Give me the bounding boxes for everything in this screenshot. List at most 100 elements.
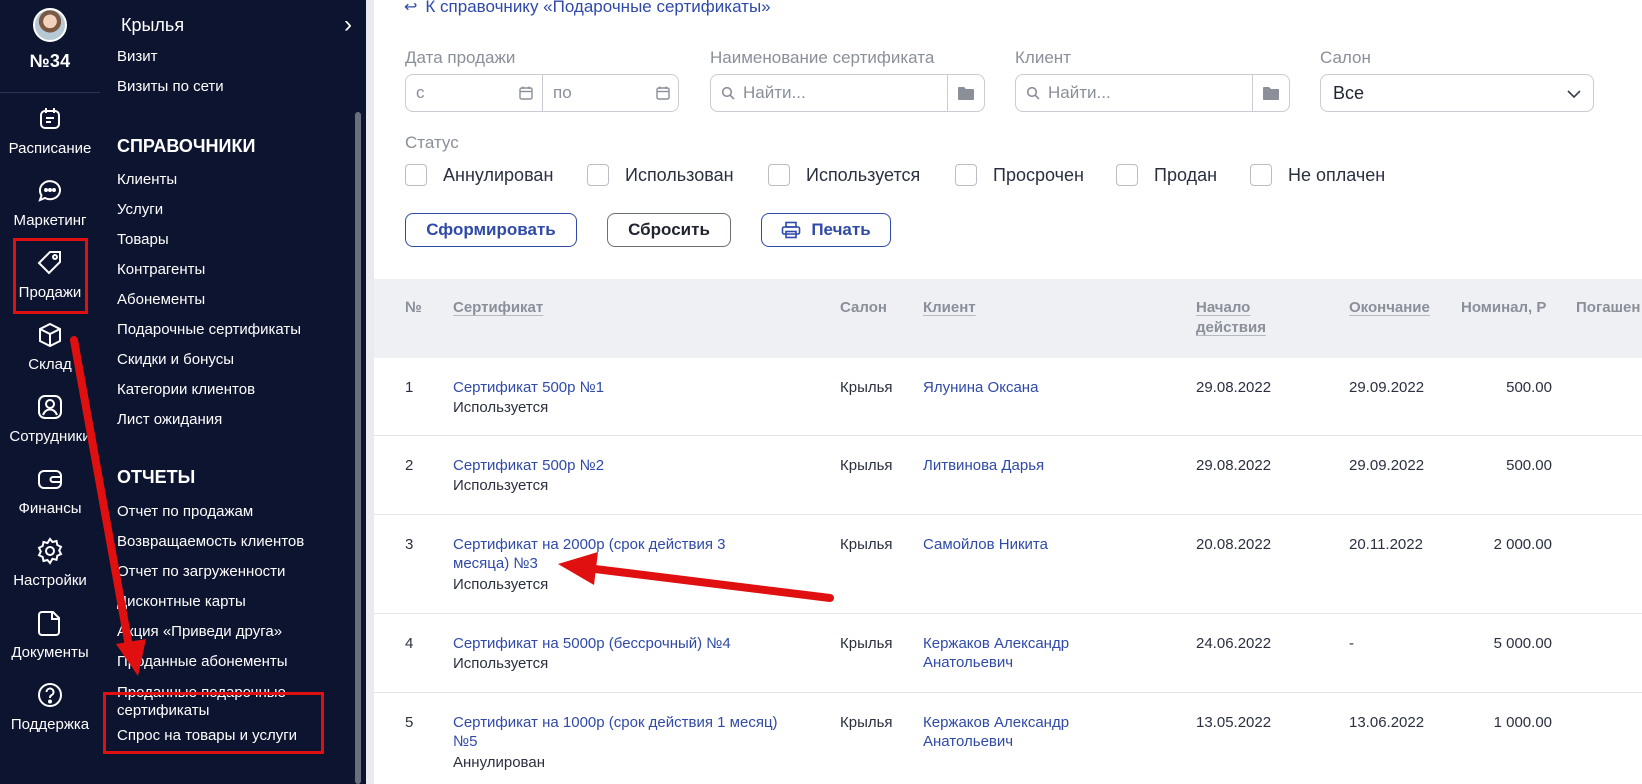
menu-link-visit[interactable]: Визит bbox=[117, 48, 158, 65]
client-search-input[interactable]: Найти... bbox=[1016, 75, 1111, 111]
certificate-link[interactable]: Сертификат на 1000р (срок действия 1 мес… bbox=[453, 713, 783, 751]
menu-header[interactable]: Крылья › bbox=[100, 0, 366, 50]
table-row[interactable]: 5 Сертификат на 1000р (срок действия 1 м… bbox=[374, 693, 1642, 784]
certificate-catalog-button[interactable] bbox=[947, 75, 984, 111]
search-icon bbox=[1026, 86, 1040, 100]
client-link[interactable]: Ялунина Оксана bbox=[923, 378, 1038, 397]
column-number: № bbox=[405, 299, 422, 316]
rail-item-sales[interactable]: Продажи bbox=[0, 242, 100, 317]
checkbox-label: Аннулирован bbox=[443, 164, 554, 185]
status-checkbox-used[interactable]: Использован bbox=[587, 164, 734, 186]
client-link[interactable]: Самойлов Никита bbox=[923, 535, 1048, 554]
menu-scrollbar[interactable] bbox=[355, 112, 361, 784]
print-button[interactable]: Печать bbox=[761, 213, 891, 247]
status-checkbox-unpaid[interactable]: Не оплачен bbox=[1250, 164, 1385, 186]
salon-select-value: Все bbox=[1333, 83, 1365, 103]
rail-item-support[interactable]: Поддержка bbox=[0, 674, 100, 749]
menu-link-sold-subscriptions[interactable]: Проданные абонементы bbox=[117, 653, 288, 670]
certificate-link[interactable]: Сертификат на 5000р (бессрочный) №4 bbox=[453, 634, 731, 653]
salon-filter-label: Салон bbox=[1320, 48, 1371, 67]
menu-link-discounts[interactable]: Скидки и бонусы bbox=[117, 351, 234, 368]
rail-item-employees[interactable]: Сотрудники bbox=[0, 386, 100, 461]
rail-item-warehouse[interactable]: Склад bbox=[0, 314, 100, 389]
column-start-date[interactable]: Начало действия bbox=[1196, 298, 1286, 338]
rail-item-label: Настройки bbox=[13, 572, 87, 589]
avatar[interactable] bbox=[33, 8, 67, 42]
menu-link-waiting-list[interactable]: Лист ожидания bbox=[117, 411, 222, 428]
nominal-cell: 1 000.00 bbox=[1493, 714, 1552, 731]
checkbox[interactable] bbox=[1116, 164, 1138, 186]
menu-link-subscriptions[interactable]: Абонементы bbox=[117, 291, 205, 308]
rail-item-documents[interactable]: Документы bbox=[0, 602, 100, 677]
menu-link-client-retention[interactable]: Возвращаемость клиентов bbox=[117, 533, 304, 550]
client-link[interactable]: Кержаков Александр Анатольевич bbox=[923, 713, 1113, 751]
calendar-icon bbox=[519, 86, 533, 100]
table-row[interactable]: 1 Сертификат 500р №1 Используется Крылья… bbox=[374, 358, 1642, 436]
rail-item-label: Документы bbox=[11, 644, 89, 661]
menu-link-workload-report[interactable]: Отчет по загруженности bbox=[117, 563, 285, 580]
start-date-cell: 29.08.2022 bbox=[1196, 457, 1272, 474]
certificate-link[interactable]: Сертификат 500р №1 bbox=[453, 378, 604, 397]
rail-item-settings[interactable]: Настройки bbox=[0, 530, 100, 605]
certificate-search-placeholder: Найти... bbox=[743, 83, 806, 102]
date-range-field: с по bbox=[405, 74, 679, 112]
certificate-search-input[interactable]: Найти... bbox=[711, 75, 806, 111]
status-checkbox-sold[interactable]: Продан bbox=[1116, 164, 1217, 186]
client-catalog-button[interactable] bbox=[1252, 75, 1289, 111]
menu-link-client-categories[interactable]: Категории клиентов bbox=[117, 381, 255, 398]
date-to-input[interactable]: по bbox=[542, 75, 679, 111]
salon-cell: Крылья bbox=[840, 457, 893, 474]
menu-link-demand-report[interactable]: Спрос на товары и услуги bbox=[117, 727, 297, 744]
end-date-cell: 29.09.2022 bbox=[1349, 379, 1425, 396]
menu-link-sold-gift-certificates[interactable]: Проданные подарочные сертификаты bbox=[117, 684, 317, 720]
rail-item-label: Поддержка bbox=[10, 716, 90, 733]
certificate-status: Используется bbox=[453, 655, 549, 672]
checkbox[interactable] bbox=[1250, 164, 1272, 186]
back-link[interactable]: ↩ К справочнику «Подарочные сертификаты» bbox=[404, 0, 771, 17]
certificate-link[interactable]: Сертификат 500р №2 bbox=[453, 456, 604, 475]
menu-link-goods[interactable]: Товары bbox=[117, 231, 169, 248]
chat-icon bbox=[38, 180, 61, 202]
date-from-input[interactable]: с bbox=[406, 75, 542, 111]
column-end-date[interactable]: Окончание bbox=[1349, 298, 1430, 318]
checkbox[interactable] bbox=[955, 164, 977, 186]
menu-link-clients[interactable]: Клиенты bbox=[117, 171, 177, 188]
calendar-icon bbox=[656, 86, 670, 100]
help-icon bbox=[38, 683, 62, 707]
salon-select[interactable]: Все bbox=[1320, 74, 1594, 112]
column-certificate[interactable]: Сертификат bbox=[453, 298, 543, 318]
generate-button[interactable]: Сформировать bbox=[405, 213, 577, 247]
table-row[interactable]: 3 Сертификат на 2000р (срок действия 3 м… bbox=[374, 515, 1642, 614]
rail-item-schedule[interactable]: Расписание bbox=[0, 98, 100, 173]
checkbox[interactable] bbox=[768, 164, 790, 186]
client-link[interactable]: Литвинова Дарья bbox=[923, 456, 1044, 475]
checkbox-label: Продан bbox=[1154, 164, 1218, 185]
menu-link-network-visits[interactable]: Визиты по сети bbox=[117, 78, 224, 95]
menu-link-discount-cards[interactable]: Дисконтные карты bbox=[117, 593, 246, 610]
rail-item-marketing[interactable]: Маркетинг bbox=[0, 170, 100, 245]
column-client[interactable]: Клиент bbox=[923, 298, 976, 318]
menu-link-sales-report[interactable]: Отчет по продажам bbox=[117, 503, 253, 520]
user-icon bbox=[38, 395, 62, 419]
status-checkbox-annulled[interactable]: Аннулирован bbox=[405, 164, 553, 186]
table-row[interactable]: 2 Сертификат 500р №2 Используется Крылья… bbox=[374, 436, 1642, 515]
status-checkbox-in-use[interactable]: Используется bbox=[768, 164, 920, 186]
certificate-link[interactable]: Сертификат на 2000р (срок действия 3 мес… bbox=[453, 535, 783, 573]
menu-link-refer-friend[interactable]: Акция «Приведи друга» bbox=[117, 623, 282, 640]
rail-item-finance[interactable]: Финансы bbox=[0, 458, 100, 533]
status-checkbox-expired[interactable]: Просрочен bbox=[955, 164, 1084, 186]
menu-link-services[interactable]: Услуги bbox=[117, 201, 163, 218]
menu-link-gift-certificates[interactable]: Подарочные сертификаты bbox=[117, 321, 301, 338]
date-to-placeholder: по bbox=[553, 83, 572, 102]
gear-icon bbox=[37, 537, 63, 565]
chevron-right-icon[interactable]: › bbox=[344, 13, 352, 37]
salon-cell: Крылья bbox=[840, 714, 893, 731]
checkbox[interactable] bbox=[405, 164, 427, 186]
printer-icon bbox=[782, 221, 801, 239]
reset-button[interactable]: Сбросить bbox=[607, 213, 731, 247]
checkbox[interactable] bbox=[587, 164, 609, 186]
tag-icon bbox=[37, 251, 61, 275]
client-link[interactable]: Кержаков Александр Анатольевич bbox=[923, 634, 1113, 672]
table-row[interactable]: 4 Сертификат на 5000р (бессрочный) №4 Ис… bbox=[374, 614, 1642, 693]
menu-link-contractors[interactable]: Контрагенты bbox=[117, 261, 205, 278]
